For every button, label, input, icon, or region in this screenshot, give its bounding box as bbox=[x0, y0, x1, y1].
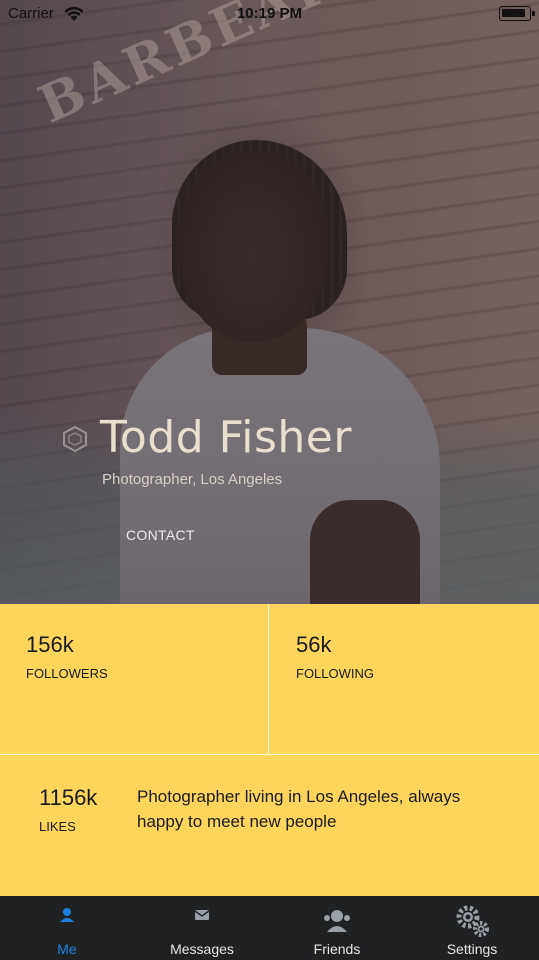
hero-overlay bbox=[0, 0, 539, 604]
following-count: 56k bbox=[296, 632, 332, 657]
tab-settings[interactable]: Settings bbox=[405, 896, 539, 960]
following-label: FOLLOWING bbox=[296, 666, 375, 681]
battery-icon bbox=[499, 6, 535, 21]
stats-panel: 156k FOLLOWERS 56k FOLLOWING 1156k LIKES… bbox=[0, 604, 539, 896]
envelope-icon bbox=[194, 910, 210, 920]
profile-bio: Photographer living in Los Angeles, alwa… bbox=[137, 787, 461, 831]
followers-count: 156k bbox=[26, 632, 74, 657]
tab-label-messages: Messages bbox=[170, 941, 234, 957]
hexagon-icon bbox=[63, 425, 87, 453]
clock: 10:19 PM bbox=[236, 5, 303, 22]
profile-hero-image: BARBEARIA DO ALCIDES bbox=[0, 0, 539, 604]
contact-button[interactable]: CONTACT bbox=[126, 527, 195, 543]
likes-count: 1156k bbox=[39, 785, 98, 810]
tab-label-friends: Friends bbox=[313, 941, 361, 957]
person-icon bbox=[60, 908, 74, 922]
following-stat[interactable]: 56k FOLLOWING bbox=[270, 604, 539, 755]
tab-label-me: Me bbox=[57, 941, 77, 957]
status-bar: Carrier 10:19 PM bbox=[0, 0, 539, 28]
friends-icon bbox=[324, 910, 350, 932]
gears-icon bbox=[456, 905, 489, 937]
tab-me[interactable]: Me bbox=[0, 896, 134, 960]
profile-subtitle: Photographer, Los Angeles bbox=[102, 471, 283, 488]
profile-name: Todd Fisher bbox=[100, 412, 352, 463]
tab-label-settings: Settings bbox=[446, 941, 498, 957]
likes-label: LIKES bbox=[39, 819, 76, 834]
tab-friends[interactable]: Friends bbox=[270, 896, 404, 960]
tab-bar: Me Messages Friends Settings bbox=[0, 896, 539, 960]
followers-label: FOLLOWERS bbox=[26, 666, 108, 681]
followers-stat[interactable]: 156k FOLLOWERS bbox=[0, 604, 269, 755]
tab-messages[interactable]: Messages bbox=[135, 896, 269, 960]
